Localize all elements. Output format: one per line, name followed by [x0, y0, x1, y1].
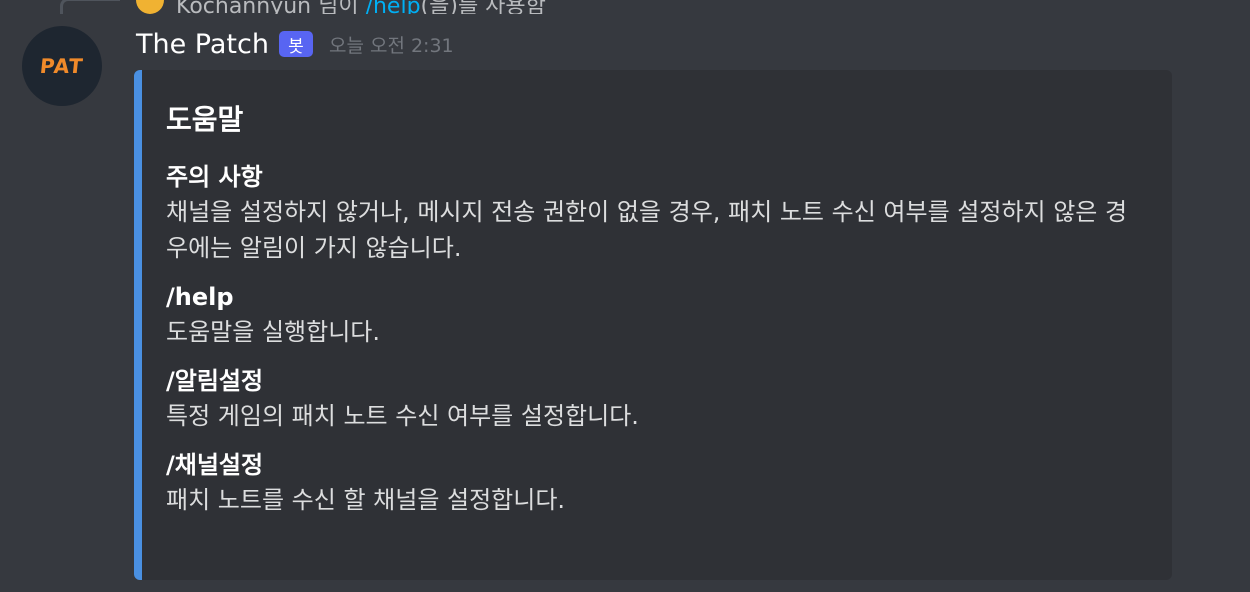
reply-command[interactable]: /help — [366, 0, 421, 14]
reply-user[interactable]: Kochannyun — [176, 0, 311, 14]
field-name: /알림설정 — [166, 367, 264, 395]
embed-field: /채널설정 패치 노트를 수신 할 채널을 설정합니다. — [166, 448, 1148, 518]
field-value: 패치 노트를 수신 할 채널을 설정합니다. — [166, 486, 566, 514]
field-value: 특정 게임의 패치 노트 수신 여부를 설정합니다. — [166, 402, 639, 430]
embed-field: 주의 사항 채널을 설정하지 않거나, 메시지 전송 권한이 없을 경우, 패치… — [166, 160, 1148, 266]
timestamp[interactable]: 오늘 오전 2:31 — [329, 31, 454, 58]
avatar[interactable]: PAT — [22, 26, 102, 106]
reply-after: (을)를 사용함 — [420, 0, 546, 14]
reply-avatar — [136, 0, 164, 14]
reply-spine — [60, 0, 120, 14]
author-name[interactable]: The Patch — [136, 29, 269, 60]
field-name: /help — [166, 283, 234, 311]
embed-title: 도움말 — [166, 103, 244, 136]
avatar-logo: PAT — [39, 54, 85, 78]
embed-field: /help 도움말을 실행합니다. — [166, 280, 1148, 350]
reply-context[interactable]: Kochannyun 님이 /help(을)를 사용함 — [0, 0, 1250, 14]
bot-tag: 봇 — [278, 31, 313, 57]
field-value: 채널을 설정하지 않거나, 메시지 전송 권한이 없을 경우, 패치 노트 수신… — [166, 198, 1128, 262]
embed-field: /알림설정 특정 게임의 패치 노트 수신 여부를 설정합니다. — [166, 364, 1148, 434]
message-header: The Patch 봇 오늘 오전 2:31 — [136, 26, 454, 62]
field-value: 도움말을 실행합니다. — [166, 318, 380, 346]
field-name: 주의 사항 — [166, 163, 263, 191]
reply-text: Kochannyun 님이 /help(을)를 사용함 — [176, 0, 546, 14]
field-name: /채널설정 — [166, 451, 264, 479]
reply-suffix: 님이 — [311, 0, 366, 14]
embed: 도움말 주의 사항 채널을 설정하지 않거나, 메시지 전송 권한이 없을 경우… — [134, 70, 1172, 580]
